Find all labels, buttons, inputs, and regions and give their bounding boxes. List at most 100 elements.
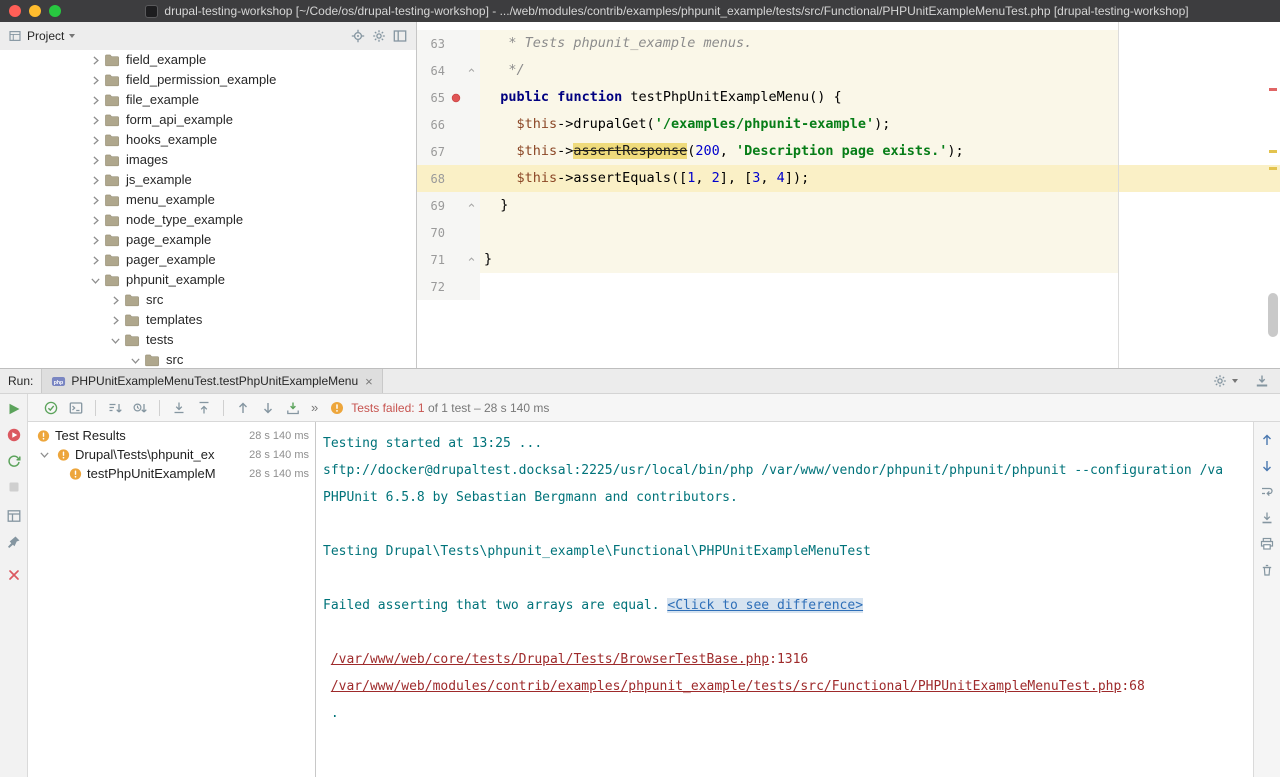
test-tree-item[interactable]: Test Results28 s 140 ms <box>28 426 315 445</box>
chevron-down-icon[interactable] <box>69 34 75 38</box>
test-console-output[interactable]: Testing started at 13:25 ...sftp://docke… <box>316 422 1253 777</box>
close-tab-icon[interactable]: × <box>365 375 373 388</box>
chevron-right-icon[interactable] <box>88 213 102 227</box>
project-tree-item-field_example[interactable]: field_example <box>0 50 415 70</box>
chevron-right-icon[interactable] <box>88 113 102 127</box>
project-tree-item-src[interactable]: src <box>0 350 415 368</box>
test-failed-icon[interactable] <box>447 90 464 106</box>
project-tree-item-js_example[interactable]: js_example <box>0 170 415 190</box>
chevron-down-icon[interactable] <box>128 353 142 367</box>
warning-stripe-mark[interactable] <box>1269 167 1277 170</box>
chevron-down-icon[interactable] <box>88 273 102 287</box>
hide-tool-window-icon[interactable] <box>1254 373 1270 389</box>
hide-passed-button[interactable] <box>42 399 60 417</box>
test-tree-item[interactable]: Drupal\Tests\phpunit_ex28 s 140 ms <box>28 445 315 464</box>
stacktrace-link[interactable]: /var/www/web/core/tests/Drupal/Tests/Bro… <box>331 652 769 667</box>
chevron-right-icon[interactable] <box>88 133 102 147</box>
project-tree-item-menu_example[interactable]: menu_example <box>0 190 415 210</box>
restore-layout-button[interactable] <box>5 507 22 524</box>
project-panel-title[interactable]: Project <box>27 29 64 43</box>
project-tree-item-hooks_example[interactable]: hooks_example <box>0 130 415 150</box>
project-tree-item-src[interactable]: src <box>0 290 415 310</box>
stacktrace-link[interactable]: /var/www/web/modules/contrib/examples/ph… <box>331 679 1122 694</box>
import-test-results-button[interactable] <box>284 399 302 417</box>
close-button[interactable] <box>5 566 22 583</box>
chevron-right-icon[interactable] <box>108 293 122 307</box>
sort-alphabetically-button[interactable] <box>106 399 124 417</box>
next-occurrence-button[interactable] <box>1259 458 1275 474</box>
console-text: :1316 <box>769 652 808 667</box>
stop-button[interactable] <box>5 478 22 495</box>
next-failed-test-button[interactable] <box>259 399 277 417</box>
chevron-down-icon[interactable] <box>36 447 52 462</box>
close-window-button[interactable] <box>9 5 21 17</box>
project-tree-item-phpunit_example[interactable]: phpunit_example <box>0 270 415 290</box>
gear-icon[interactable] <box>371 28 387 44</box>
zoom-window-button[interactable] <box>49 5 61 17</box>
chevron-right-icon[interactable] <box>88 173 102 187</box>
scroll-to-end-button[interactable] <box>1259 510 1275 526</box>
rerun-button[interactable] <box>5 400 22 417</box>
test-tree-label: Drupal\Tests\phpunit_ex <box>75 447 243 462</box>
project-tree-item-file_example[interactable]: file_example <box>0 90 415 110</box>
chevron-right-icon[interactable] <box>88 73 102 87</box>
fold-marker-icon[interactable] <box>464 63 478 79</box>
toggle-auto-test-button[interactable] <box>5 452 22 469</box>
select-opened-file-icon[interactable] <box>350 28 366 44</box>
editor-line-71[interactable]: 71} <box>417 246 1280 273</box>
chevron-right-icon[interactable] <box>88 153 102 167</box>
editor-line-70[interactable]: 70 <box>417 219 1280 246</box>
pin-tab-button[interactable] <box>5 533 22 550</box>
previous-failed-test-button[interactable] <box>234 399 252 417</box>
collapse-all-button[interactable] <box>195 399 213 417</box>
print-button[interactable] <box>1259 536 1275 552</box>
editor-line-63[interactable]: 63 * Tests phpunit_example menus. <box>417 30 1280 57</box>
folder-icon <box>144 352 160 368</box>
test-tree-item[interactable]: testPhpUnitExampleM28 s 140 ms <box>28 464 315 483</box>
tree-item-label: form_api_example <box>126 110 233 130</box>
editor-line-67[interactable]: 67 $this->assertResponse(200, 'Descripti… <box>417 138 1280 165</box>
chevron-right-icon[interactable] <box>88 193 102 207</box>
show-ignored-button[interactable] <box>67 399 85 417</box>
project-tree-item-form_api_example[interactable]: form_api_example <box>0 110 415 130</box>
project-tree-item-tests[interactable]: tests <box>0 330 415 350</box>
chevron-right-icon[interactable] <box>88 233 102 247</box>
sort-by-duration-button[interactable] <box>131 399 149 417</box>
project-tree-item-pager_example[interactable]: pager_example <box>0 250 415 270</box>
project-tree-item-node_type_example[interactable]: node_type_example <box>0 210 415 230</box>
soft-wrap-button[interactable] <box>1259 484 1275 500</box>
editor-line-64[interactable]: 64 */ <box>417 57 1280 84</box>
error-stripe-mark[interactable] <box>1269 88 1277 91</box>
minimize-window-button[interactable] <box>29 5 41 17</box>
expand-all-button[interactable] <box>170 399 188 417</box>
chevron-right-icon[interactable] <box>88 253 102 267</box>
more-actions-button[interactable]: » <box>309 400 319 415</box>
chevron-down-icon[interactable] <box>108 333 122 347</box>
prev-occurrence-button[interactable] <box>1259 432 1275 448</box>
project-tree-item-images[interactable]: images <box>0 150 415 170</box>
editor-line-65[interactable]: 65 public function testPhpUnitExampleMen… <box>417 84 1280 111</box>
line-number: 71 <box>417 253 445 267</box>
project-tree-item-templates[interactable]: templates <box>0 310 415 330</box>
editor-line-69[interactable]: 69 } <box>417 192 1280 219</box>
fold-marker-icon[interactable] <box>464 252 478 268</box>
clear-all-button[interactable] <box>1259 562 1275 578</box>
editor-line-72[interactable]: 72 <box>417 273 1280 300</box>
project-tree-item-page_example[interactable]: page_example <box>0 230 415 250</box>
editor-scrollbar[interactable] <box>1268 293 1278 337</box>
editor-line-66[interactable]: 66 $this->drupalGet('/examples/phpunit-e… <box>417 111 1280 138</box>
chevron-right-icon[interactable] <box>88 93 102 107</box>
rerun-failed-button[interactable] <box>5 426 22 443</box>
project-tree-item-field_permission_example[interactable]: field_permission_example <box>0 70 415 90</box>
code-editor[interactable]: 63 * Tests phpunit_example menus.64 */65… <box>417 22 1280 368</box>
warning-stripe-mark[interactable] <box>1269 150 1277 153</box>
editor-line-68[interactable]: 68 $this->assertEquals([1, 2], [3, 4]); <box>417 165 1280 192</box>
hide-panel-icon[interactable] <box>392 28 408 44</box>
run-tab[interactable]: php PHPUnitExampleMenuTest.testPhpUnitEx… <box>41 369 382 393</box>
test-tree-label: Test Results <box>55 428 243 443</box>
fold-marker-icon[interactable] <box>464 198 478 214</box>
diff-link[interactable]: <Click to see difference> <box>667 598 863 613</box>
chevron-right-icon[interactable] <box>108 313 122 327</box>
gear-icon[interactable] <box>1212 373 1228 389</box>
chevron-right-icon[interactable] <box>88 53 102 67</box>
